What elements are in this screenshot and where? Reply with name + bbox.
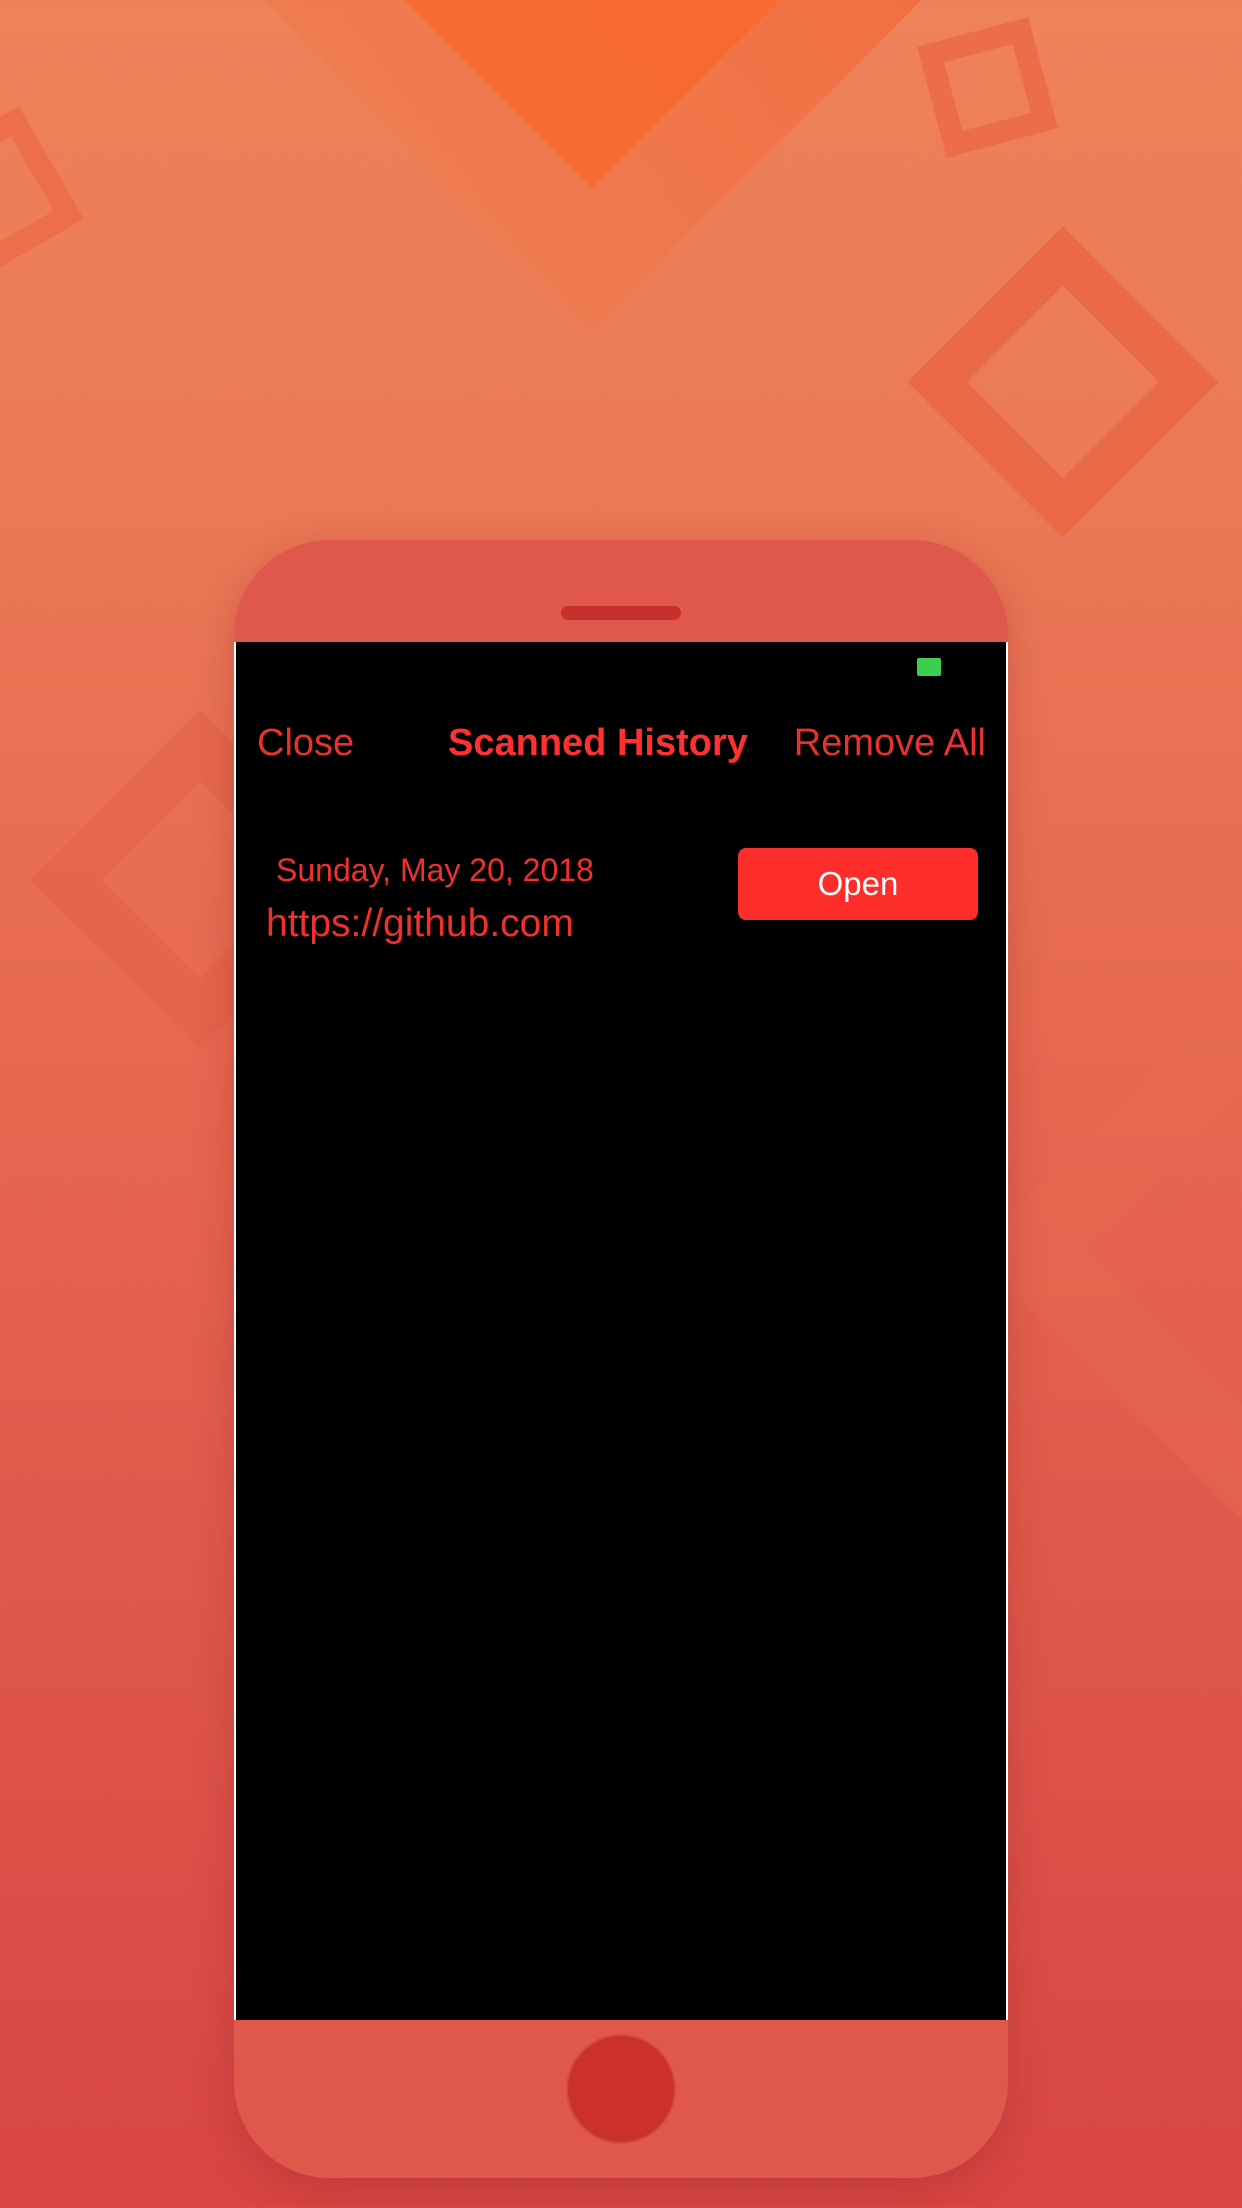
history-list-item: Sunday, May 20, 2018 https://github.com …	[236, 848, 1006, 962]
background-decoration	[973, 953, 1242, 1547]
remove-all-button[interactable]: Remove All	[794, 722, 986, 765]
history-item-date: Sunday, May 20, 2018	[276, 852, 594, 888]
background-decoration	[917, 17, 1058, 158]
app-screen: Close Scanned History Remove All Sunday,…	[234, 642, 1008, 2020]
battery-icon	[917, 658, 941, 676]
open-button[interactable]: Open	[738, 848, 978, 920]
history-item-url: https://github.com	[266, 902, 574, 945]
background-decoration	[907, 226, 1219, 538]
close-button[interactable]: Close	[257, 722, 354, 765]
phone-frame: Close Scanned History Remove All Sunday,…	[234, 540, 1008, 2178]
navigation-bar: Close Scanned History Remove All	[236, 712, 1006, 772]
home-button-icon[interactable]	[566, 2034, 676, 2144]
background-decoration	[0, 106, 84, 284]
speaker-icon	[561, 606, 681, 620]
page-title: Scanned History	[448, 722, 748, 764]
